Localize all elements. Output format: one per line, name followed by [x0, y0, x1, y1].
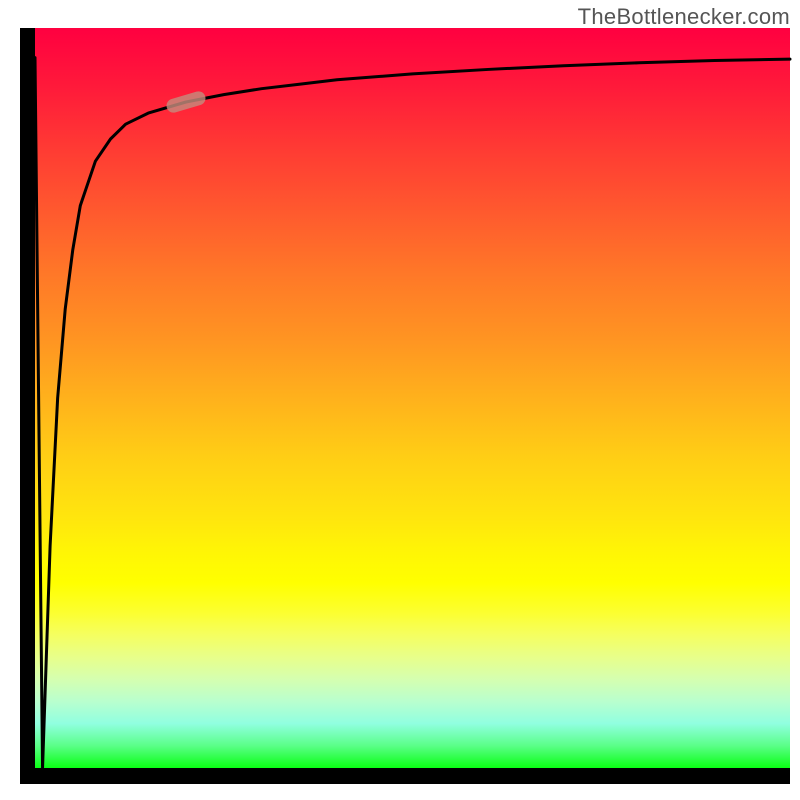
bottleneck-curve-line [35, 58, 790, 768]
chart-svg [35, 28, 790, 768]
marker-group [165, 90, 207, 115]
curve-group [35, 58, 790, 768]
chart-frame [20, 28, 790, 784]
highlight-marker [165, 90, 207, 115]
attribution-text: TheBottlenecker.com [578, 4, 790, 30]
